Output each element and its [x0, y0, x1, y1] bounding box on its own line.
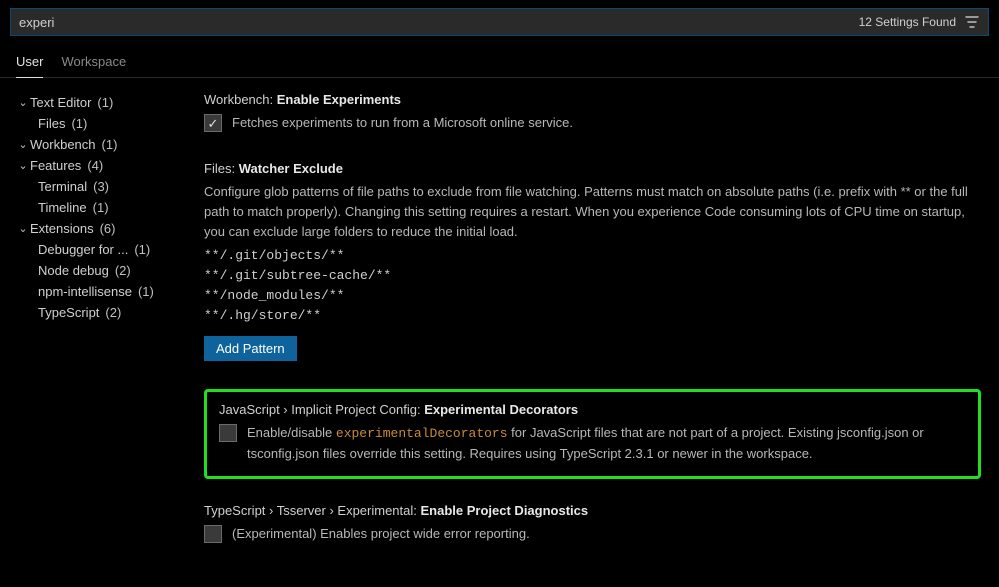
- sidebar-item-count: (1): [97, 95, 113, 110]
- pattern-item[interactable]: **/node_modules/**: [204, 288, 981, 303]
- enable-experiments-checkbox[interactable]: [204, 114, 222, 132]
- pattern-item[interactable]: **/.git/objects/**: [204, 248, 981, 263]
- tab-user[interactable]: User: [16, 50, 43, 78]
- setting-enable-experiments: Workbench: Enable Experiments Fetches ex…: [204, 92, 981, 133]
- sidebar-item-count: (1): [134, 242, 150, 257]
- setting-title: JavaScript › Implicit Project Config: Ex…: [219, 402, 966, 417]
- sidebar-item-extensions[interactable]: ⌄ Extensions (6): [12, 218, 178, 239]
- setting-watcher-exclude: Files: Watcher Exclude Configure glob pa…: [204, 161, 981, 360]
- setting-name: Watcher Exclude: [239, 161, 343, 176]
- setting-category: Workbench:: [204, 92, 273, 107]
- sidebar-item-files[interactable]: Files (1): [12, 113, 178, 134]
- sidebar-item-node-debug[interactable]: Node debug (2): [12, 260, 178, 281]
- sidebar-item-count: (1): [102, 137, 118, 152]
- add-pattern-button[interactable]: Add Pattern: [204, 336, 297, 361]
- code-token: experimentalDecorators: [336, 426, 508, 441]
- sidebar-item-label: Timeline: [38, 200, 87, 215]
- chevron-down-icon: ⌄: [16, 222, 30, 235]
- setting-title: Files: Watcher Exclude: [204, 161, 981, 176]
- sidebar-item-workbench[interactable]: ⌄ Workbench (1): [12, 134, 178, 155]
- sidebar-item-features[interactable]: ⌄ Features (4): [12, 155, 178, 176]
- tab-workspace[interactable]: Workspace: [61, 50, 126, 77]
- sidebar-item-debugger[interactable]: Debugger for ... (1): [12, 239, 178, 260]
- sidebar-item-count: (1): [138, 284, 154, 299]
- chevron-down-icon: ⌄: [16, 96, 30, 109]
- setting-enable-project-diagnostics: TypeScript › Tsserver › Experimental: En…: [204, 503, 981, 544]
- setting-category: TypeScript › Tsserver › Experimental:: [204, 503, 417, 518]
- setting-description: Fetches experiments to run from a Micros…: [232, 113, 573, 133]
- sidebar-item-label: Files: [38, 116, 65, 131]
- setting-description: Enable/disable experimentalDecorators fo…: [247, 423, 966, 464]
- sidebar-item-timeline[interactable]: Timeline (1): [12, 197, 178, 218]
- setting-experimental-decorators-highlight: JavaScript › Implicit Project Config: Ex…: [204, 389, 981, 479]
- sidebar-item-count: (2): [105, 305, 121, 320]
- sidebar-item-label: Terminal: [38, 179, 87, 194]
- setting-title: TypeScript › Tsserver › Experimental: En…: [204, 503, 981, 518]
- chevron-down-icon: ⌄: [16, 138, 30, 151]
- sidebar-item-label: npm-intellisense: [38, 284, 132, 299]
- search-result-count: 12 Settings Found: [859, 15, 956, 29]
- pattern-item[interactable]: **/.git/subtree-cache/**: [204, 268, 981, 283]
- sidebar-item-count: (6): [100, 221, 116, 236]
- setting-title: Workbench: Enable Experiments: [204, 92, 981, 107]
- sidebar-item-label: Workbench: [30, 137, 96, 152]
- sidebar-item-count: (1): [93, 200, 109, 215]
- setting-category: Files:: [204, 161, 235, 176]
- sidebar-item-label: TypeScript: [38, 305, 99, 320]
- experimental-decorators-checkbox[interactable]: [219, 424, 237, 442]
- sidebar-item-terminal[interactable]: Terminal (3): [12, 176, 178, 197]
- filter-icon[interactable]: [964, 14, 980, 30]
- sidebar-item-count: (3): [93, 179, 109, 194]
- settings-tabs: User Workspace: [0, 44, 999, 78]
- settings-search-bar[interactable]: 12 Settings Found: [10, 8, 989, 36]
- sidebar-item-count: (1): [71, 116, 87, 131]
- settings-main: Workbench: Enable Experiments Fetches ex…: [184, 78, 999, 577]
- sidebar-item-count: (2): [115, 263, 131, 278]
- sidebar-item-npm-intellisense[interactable]: npm-intellisense (1): [12, 281, 178, 302]
- chevron-down-icon: ⌄: [16, 159, 30, 172]
- search-input[interactable]: [19, 15, 859, 30]
- settings-sidebar: ⌄ Text Editor (1) Files (1) ⌄ Workbench …: [0, 78, 184, 577]
- sidebar-item-typescript[interactable]: TypeScript (2): [12, 302, 178, 323]
- sidebar-item-label: Extensions: [30, 221, 94, 236]
- setting-description: Configure glob patterns of file paths to…: [204, 182, 981, 242]
- desc-text: Enable/disable: [247, 425, 336, 440]
- sidebar-item-label: Node debug: [38, 263, 109, 278]
- sidebar-item-text-editor[interactable]: ⌄ Text Editor (1): [12, 92, 178, 113]
- setting-name: Enable Experiments: [277, 92, 401, 107]
- sidebar-item-count: (4): [87, 158, 103, 173]
- sidebar-item-label: Text Editor: [30, 95, 91, 110]
- setting-name: Experimental Decorators: [424, 402, 578, 417]
- setting-category: JavaScript › Implicit Project Config:: [219, 402, 421, 417]
- sidebar-item-label: Debugger for ...: [38, 242, 128, 257]
- setting-name: Enable Project Diagnostics: [421, 503, 589, 518]
- watcher-exclude-patterns: **/.git/objects/** **/.git/subtree-cache…: [204, 248, 981, 323]
- setting-description: (Experimental) Enables project wide erro…: [232, 524, 530, 544]
- project-diagnostics-checkbox[interactable]: [204, 525, 222, 543]
- sidebar-item-label: Features: [30, 158, 81, 173]
- pattern-item[interactable]: **/.hg/store/**: [204, 308, 981, 323]
